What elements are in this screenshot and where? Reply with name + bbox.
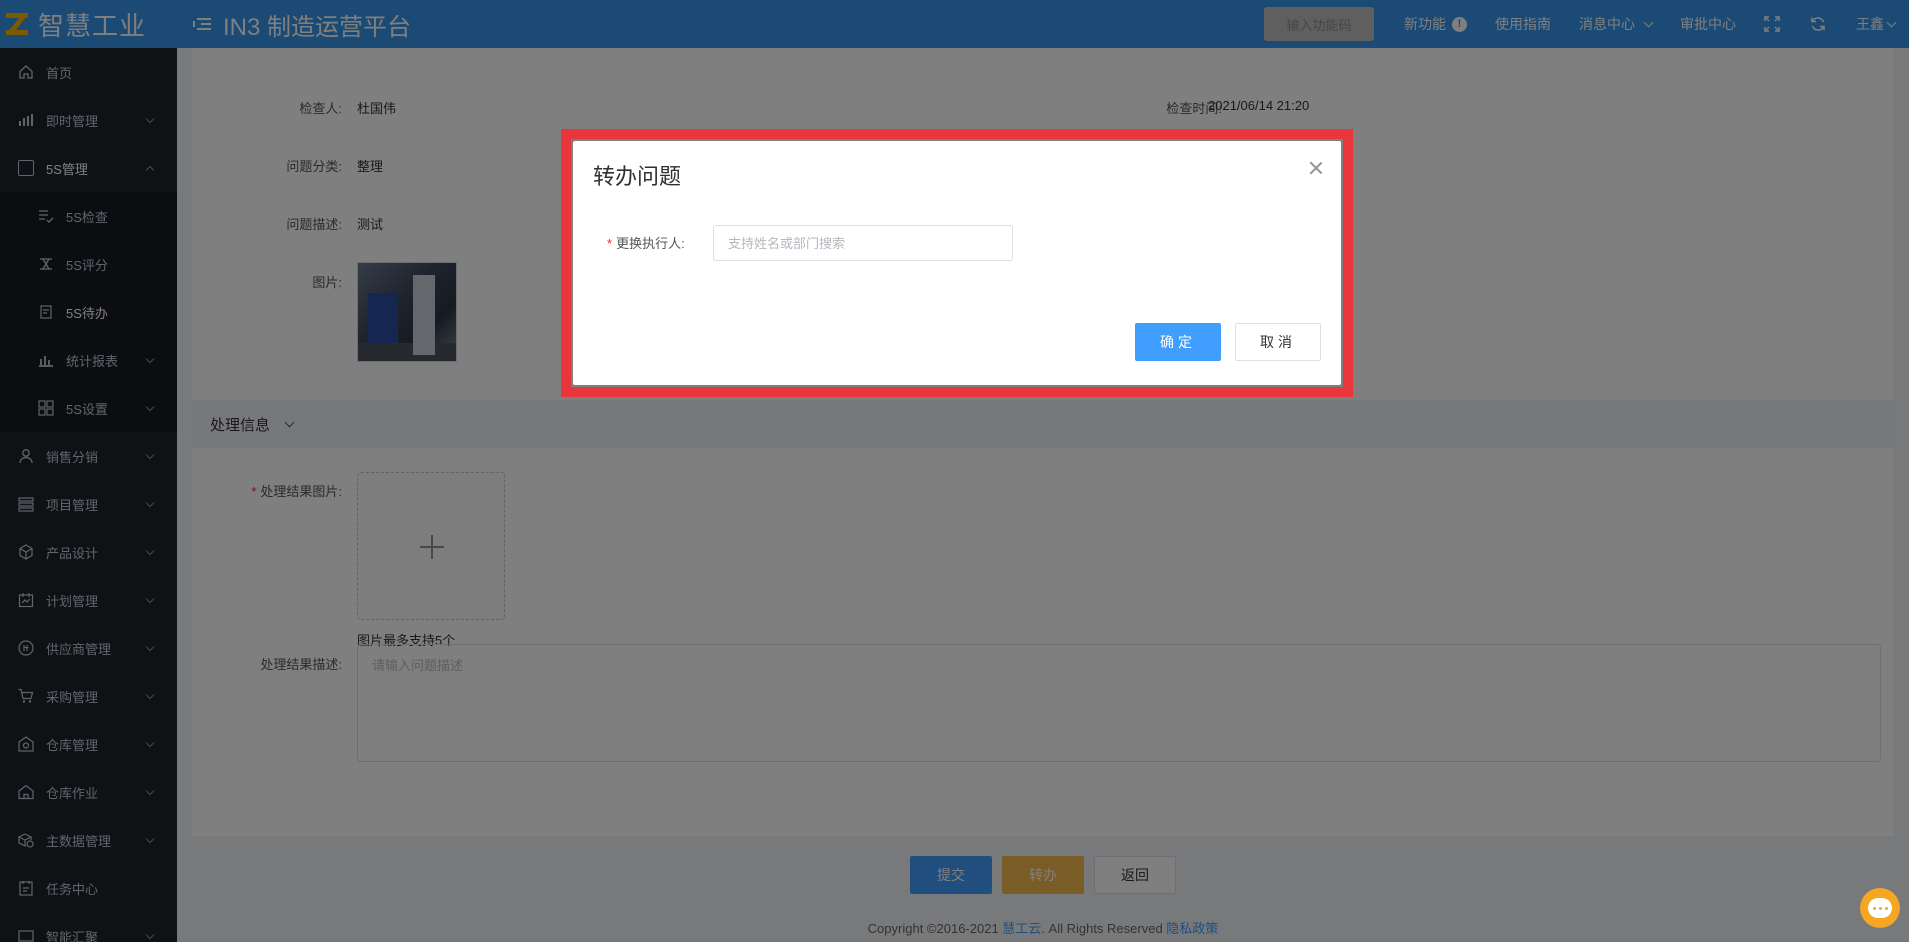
executor-label: * 更换执行人: [607,236,685,251]
dialog-title: 转办问题 [593,164,682,189]
chat-icon [1868,898,1892,918]
chat-button[interactable] [1860,888,1900,928]
close-icon[interactable] [1309,161,1323,175]
confirm-button[interactable]: 确定 [1135,323,1221,361]
transfer-dialog: 转办问题 *更换执行人: 确定 取消 [573,141,1341,385]
cancel-button[interactable]: 取消 [1235,323,1321,361]
executor-search-input[interactable] [713,225,1013,261]
